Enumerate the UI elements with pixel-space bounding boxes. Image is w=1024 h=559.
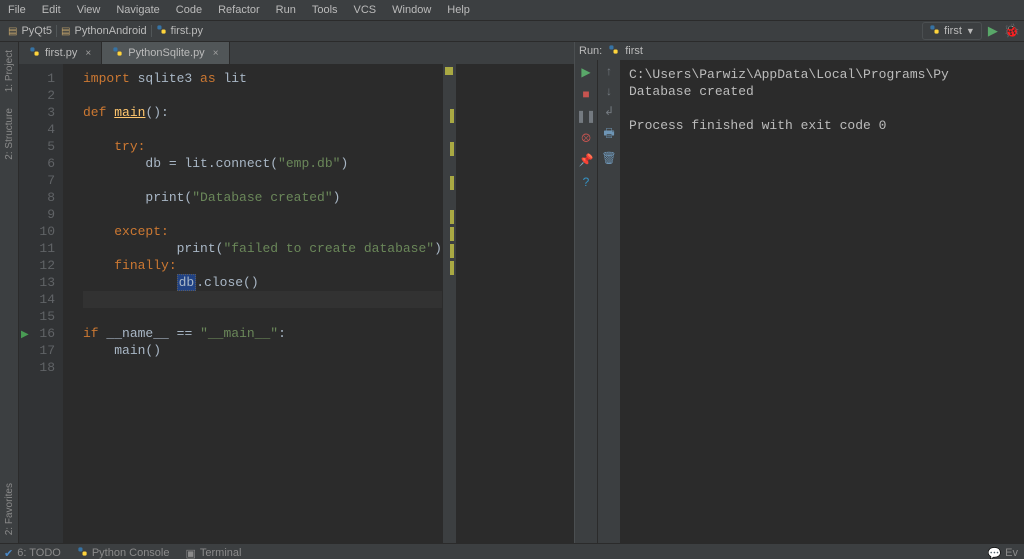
breadcrumb-label: first.py xyxy=(171,25,203,37)
run-panel-header: Run: first xyxy=(575,42,1024,60)
run-toolbar-left: ▶ ■ ❚❚ ⮾ 📌 ? xyxy=(575,60,598,543)
up-trace-button[interactable]: ↑ xyxy=(606,64,612,78)
breadcrumb-label: PythonAndroid xyxy=(74,25,146,37)
main-body: 1: Project 2: Structure 2: Favorites fir… xyxy=(0,42,1024,543)
todo-icon: ✔ xyxy=(4,547,13,559)
breadcrumb-item-firstpy[interactable]: first.py xyxy=(152,24,207,38)
run-panel: Run: first ▶ ■ ❚❚ ⮾ 📌 ? ↑ ↓ ↲ 🖶 🗑 C: xyxy=(574,42,1024,543)
editor-tab-row: first.py × PythonSqlite.py × xyxy=(19,42,574,64)
menu-vcs[interactable]: VCS xyxy=(346,2,385,18)
rerun-button[interactable]: ▶ xyxy=(578,64,594,80)
menu-run[interactable]: Run xyxy=(268,2,304,18)
python-icon xyxy=(156,24,167,38)
line-number-gutter: 1234 5678 9101112 131415 ▶16 1718 xyxy=(19,64,63,543)
run-button[interactable]: ▶ xyxy=(988,23,998,39)
run-config-label: first xyxy=(944,25,962,37)
console-output[interactable]: C:\Users\Parwiz\AppData\Local\Programs\P… xyxy=(621,60,1024,543)
editor-tab-pythonsqlite[interactable]: PythonSqlite.py × xyxy=(102,42,229,64)
run-configuration-selector[interactable]: first ▼ xyxy=(922,22,982,40)
run-panel-title: Run: xyxy=(579,45,602,57)
close-tab-icon[interactable]: × xyxy=(213,48,219,59)
menu-file[interactable]: File xyxy=(0,2,34,18)
clear-button[interactable]: 🗑 xyxy=(601,151,616,165)
editor-tab-first[interactable]: first.py × xyxy=(19,42,102,64)
python-icon xyxy=(77,546,88,559)
terminal-icon: ▣ xyxy=(186,547,196,559)
print-button[interactable]: 🖶 xyxy=(603,124,614,145)
bottom-event-log[interactable]: Ev xyxy=(1005,547,1018,559)
menu-window[interactable]: Window xyxy=(384,2,439,18)
folder-icon: ▤ xyxy=(61,26,70,37)
menu-tools[interactable]: Tools xyxy=(304,2,346,18)
change-marker xyxy=(450,244,454,258)
menu-edit[interactable]: Edit xyxy=(34,2,69,18)
change-marker xyxy=(450,176,454,190)
run-panel-tab-label[interactable]: first xyxy=(625,45,643,57)
dropdown-caret-icon: ▼ xyxy=(966,26,975,36)
debug-button[interactable]: 🐞 xyxy=(1004,23,1020,39)
change-marker xyxy=(450,210,454,224)
change-marker xyxy=(450,109,454,123)
sidebar-tab-favorites[interactable]: 2: Favorites xyxy=(4,475,15,543)
change-marker xyxy=(450,142,454,156)
bottom-terminal[interactable]: ▣ Terminal xyxy=(186,547,242,559)
folder-icon: ▤ xyxy=(8,26,17,37)
help-button[interactable]: ? xyxy=(578,174,594,190)
editor-content[interactable]: 1234 5678 9101112 131415 ▶16 1718 import… xyxy=(19,64,574,543)
menu-code[interactable]: Code xyxy=(168,2,210,18)
menu-help[interactable]: Help xyxy=(439,2,478,18)
softwrap-button[interactable]: ↲ xyxy=(604,104,614,118)
stop-button[interactable]: ■ xyxy=(578,86,594,102)
python-icon xyxy=(929,24,940,38)
editor-scrollbar[interactable] xyxy=(442,64,456,543)
python-icon xyxy=(29,46,40,60)
menu-view[interactable]: View xyxy=(69,2,109,18)
menu-bar: File Edit View Navigate Code Refactor Ru… xyxy=(0,0,1024,21)
menu-navigate[interactable]: Navigate xyxy=(108,2,167,18)
bottom-python-console[interactable]: Python Console xyxy=(77,546,170,559)
left-sidebar: 1: Project 2: Structure 2: Favorites xyxy=(0,42,19,543)
change-marker xyxy=(450,261,454,275)
event-log-icon: 💬 xyxy=(987,547,1001,559)
change-marker xyxy=(450,227,454,241)
python-icon xyxy=(112,46,123,60)
bottom-tool-bar: ✔ 6: TODO Python Console ▣ Terminal 💬 Ev xyxy=(0,543,1024,559)
pause-button[interactable]: ❚❚ xyxy=(578,108,594,124)
editor-tab-label: PythonSqlite.py xyxy=(128,47,204,59)
bottom-todo[interactable]: ✔ 6: TODO xyxy=(4,547,61,559)
exit-button[interactable]: ⮾ xyxy=(578,130,594,146)
close-tab-icon[interactable]: × xyxy=(85,48,91,59)
python-icon xyxy=(608,44,619,58)
down-trace-button[interactable]: ↓ xyxy=(606,84,612,98)
editor-tab-label: first.py xyxy=(45,47,77,59)
breadcrumb-label: PyQt5 xyxy=(21,25,52,37)
sidebar-tab-project[interactable]: 1: Project xyxy=(4,42,15,100)
sidebar-tab-structure[interactable]: 2: Structure xyxy=(4,100,15,168)
breadcrumb-item-pyqt5[interactable]: ▤ PyQt5 xyxy=(4,25,57,37)
menu-refactor[interactable]: Refactor xyxy=(210,2,268,18)
code-text[interactable]: import sqlite3 as lit def main(): try: d… xyxy=(63,64,442,543)
breadcrumb-toolbar: ▤ PyQt5 ▤ PythonAndroid first.py first ▼… xyxy=(0,21,1024,42)
analysis-status-icon xyxy=(445,67,453,75)
breadcrumb-item-pythonandroid[interactable]: ▤ PythonAndroid xyxy=(57,25,152,37)
pin-button[interactable]: 📌 xyxy=(578,152,594,168)
run-toolbar-output: ↑ ↓ ↲ 🖶 🗑 xyxy=(598,60,621,543)
editor-area: first.py × PythonSqlite.py × 1234 5678 9… xyxy=(19,42,574,543)
